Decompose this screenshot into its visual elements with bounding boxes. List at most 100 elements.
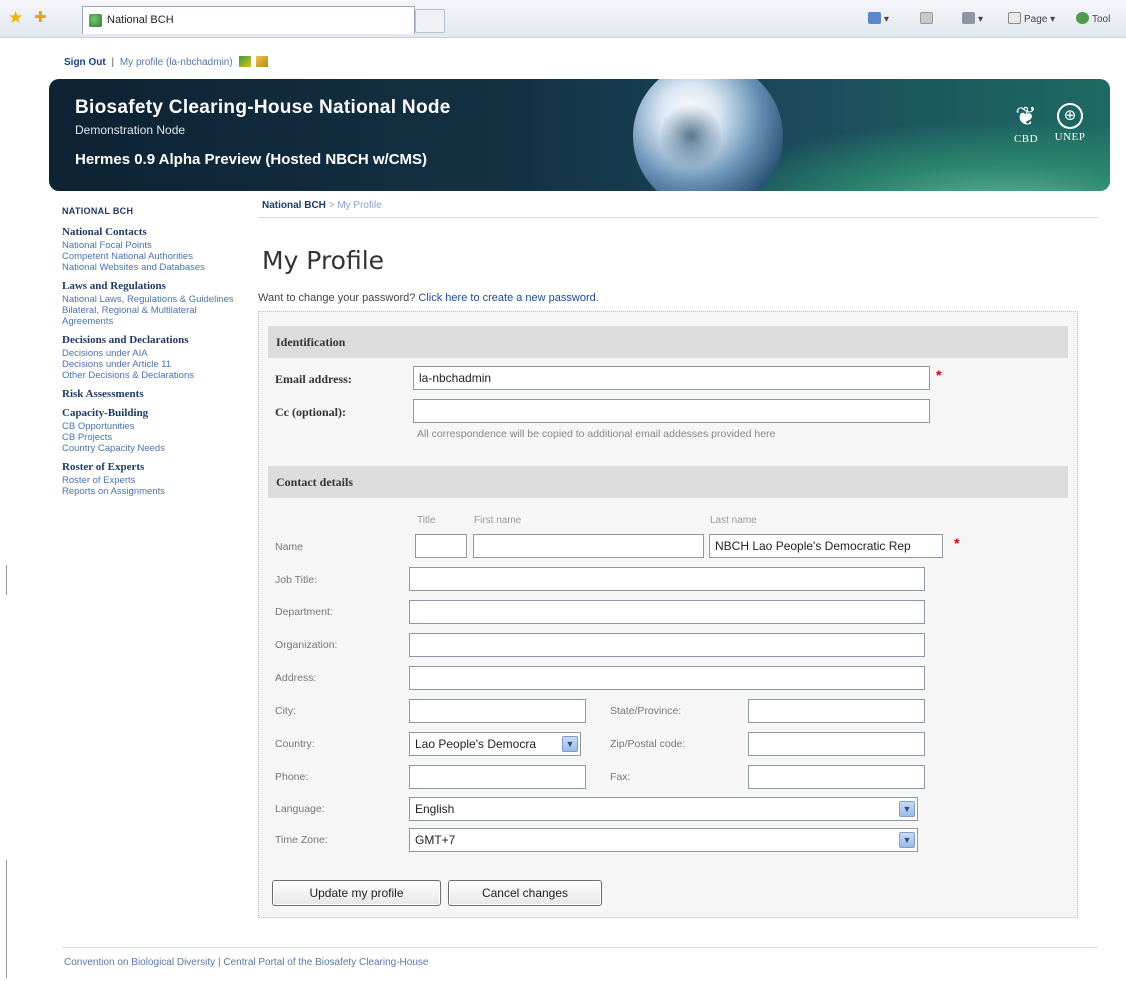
country-select-value: Lao People's Democra — [415, 737, 537, 751]
cc-label: Cc (optional): — [275, 405, 346, 419]
new-tab-button[interactable] — [415, 9, 445, 33]
cc-hint: All correspondence will be copied to add… — [417, 428, 776, 440]
city-field[interactable] — [409, 699, 586, 723]
print-command[interactable]: ▾ — [962, 12, 983, 25]
unep-logo[interactable]: ⊕ UNEP — [1050, 101, 1090, 143]
sidebar-link[interactable]: Reports on Assignments — [62, 486, 248, 497]
language-label: Language: — [275, 803, 325, 815]
sidebar-group-title[interactable]: Laws and Regulations — [62, 281, 248, 292]
cbd-logo[interactable]: ❦ CBD — [1006, 101, 1046, 145]
city-label: City: — [275, 705, 296, 717]
title-column-label: Title — [417, 515, 436, 526]
username-label: (la-nbchadmin) — [165, 57, 233, 68]
link-separator: | — [111, 57, 115, 68]
sidebar-link[interactable]: CB Opportunities — [62, 421, 248, 432]
open-folder-icon[interactable] — [256, 56, 269, 67]
phone-field[interactable] — [409, 765, 586, 789]
department-label: Department: — [275, 606, 333, 618]
sidebar-link[interactable]: Decisions under Article 11 — [62, 359, 248, 370]
sidebar-link[interactable]: Roster of Experts — [62, 475, 248, 486]
sidebar-link[interactable]: National Focal Points — [62, 240, 248, 251]
create-password-link[interactable]: Click here to create a new password. — [418, 292, 598, 304]
country-select[interactable]: Lao People's Democra ▼ — [409, 732, 581, 756]
sidebar-link[interactable]: Decisions under AIA — [62, 348, 248, 359]
sidebar-link[interactable]: Country Capacity Needs — [62, 443, 248, 454]
sidebar-group-title[interactable]: Risk Assessments — [62, 389, 248, 400]
sidebar-link[interactable]: Other Decisions & Declarations — [62, 370, 248, 381]
feeds-command[interactable] — [920, 12, 936, 25]
required-marker: * — [936, 367, 942, 383]
portal-footer-link[interactable]: Central Portal of the Biosafety Clearing… — [223, 957, 428, 968]
organization-label: Organization: — [275, 639, 338, 651]
feeds-icon — [920, 12, 933, 24]
chevron-down-icon[interactable]: ▼ — [562, 736, 578, 752]
sidebar-nav: NATIONAL BCH National Contacts National … — [62, 206, 248, 505]
unep-logo-text: UNEP — [1054, 131, 1086, 143]
chevron-down-icon[interactable]: ▼ — [899, 801, 915, 817]
breadcrumb-root-link[interactable]: National BCH — [262, 200, 326, 211]
favorites-star-icon[interactable]: ★ — [8, 9, 23, 26]
breadcrumb-current: My Profile — [337, 200, 382, 211]
unep-emblem-icon: ⊕ — [1057, 103, 1083, 129]
identification-header: Identification — [268, 326, 1068, 358]
footer-divider — [62, 947, 1098, 948]
print-icon — [962, 12, 975, 24]
state-label: State/Province: — [610, 705, 682, 717]
cancel-changes-button[interactable]: Cancel changes — [448, 880, 602, 906]
name-label: Name — [275, 541, 304, 553]
tools-menu[interactable]: Tool — [1076, 12, 1110, 25]
version-label: Hermes 0.9 Alpha Preview (Hosted NBCH w/… — [75, 151, 428, 168]
cbd-logo-text: CBD — [1013, 133, 1039, 145]
page-icon — [1008, 12, 1021, 24]
sidebar-group-title[interactable]: Decisions and Declarations — [62, 335, 248, 346]
update-profile-button[interactable]: Update my profile — [272, 880, 441, 906]
email-label: Email address: — [275, 372, 352, 386]
sidebar-link[interactable]: Bilateral, Regional & Multilateral Agree… — [62, 305, 248, 327]
sidebar-group-title[interactable]: Capacity-Building — [62, 408, 248, 419]
add-favorites-icon[interactable]: ✚ — [34, 9, 47, 26]
state-field[interactable] — [748, 699, 925, 723]
edit-page-icon[interactable] — [239, 56, 252, 67]
chevron-down-icon[interactable]: ▼ — [899, 832, 915, 848]
breadcrumb-divider — [258, 217, 1098, 218]
sidebar-group-title[interactable]: Roster of Experts — [62, 462, 248, 473]
cbd-footer-link[interactable]: Convention on Biological Diversity — [64, 957, 215, 968]
sidebar-group-laws: Laws and Regulations National Laws, Regu… — [62, 281, 248, 328]
address-field[interactable] — [409, 666, 925, 690]
browser-toolbar: ★ ✚ National BCH ▾ ▾ Page ▾ Tool — [0, 0, 1126, 38]
title-field[interactable] — [415, 534, 467, 558]
first-name-column-label: First name — [474, 515, 522, 526]
zip-field[interactable] — [748, 732, 925, 756]
timezone-select[interactable]: GMT+7 ▼ — [409, 828, 918, 852]
globe-image — [633, 79, 783, 191]
browser-tab[interactable]: National BCH — [82, 6, 415, 34]
sidebar-link[interactable]: National Laws, Regulations & Guidelines — [62, 294, 248, 305]
cc-field[interactable] — [413, 399, 930, 423]
address-label: Address: — [275, 672, 317, 684]
sign-out-link[interactable]: Sign Out — [64, 57, 106, 68]
home-command[interactable]: ▾ — [868, 12, 889, 25]
first-name-field[interactable] — [473, 534, 704, 558]
last-name-field[interactable]: NBCH Lao People's Democratic Rep — [709, 534, 943, 558]
job-title-field[interactable] — [409, 567, 925, 591]
fax-field[interactable] — [748, 765, 925, 789]
page-menu[interactable]: Page ▾ — [1008, 12, 1055, 25]
language-select-value: English — [415, 802, 455, 816]
timezone-select-value: GMT+7 — [415, 833, 456, 847]
home-icon — [868, 12, 881, 24]
sidebar-group-title[interactable]: National Contacts — [62, 227, 248, 238]
phone-label: Phone: — [275, 771, 309, 783]
email-field[interactable]: la-nbchadmin — [413, 366, 930, 390]
language-select[interactable]: English ▼ — [409, 797, 918, 821]
timezone-label: Time Zone: — [275, 834, 328, 846]
user-links: Sign Out | My profile (la-nbchadmin) — [64, 56, 270, 70]
organization-field[interactable] — [409, 633, 925, 657]
window-edge — [6, 860, 7, 978]
department-field[interactable] — [409, 600, 925, 624]
sidebar-link[interactable]: CB Projects — [62, 432, 248, 443]
sidebar-link[interactable]: National Websites and Databases — [62, 262, 248, 273]
my-profile-link[interactable]: My profile — [120, 57, 163, 68]
site-title: Biosafety Clearing-House National Node — [75, 97, 451, 118]
sidebar-link[interactable]: Competent National Authorities — [62, 251, 248, 262]
password-prompt: Want to change your password? Click here… — [258, 292, 599, 304]
